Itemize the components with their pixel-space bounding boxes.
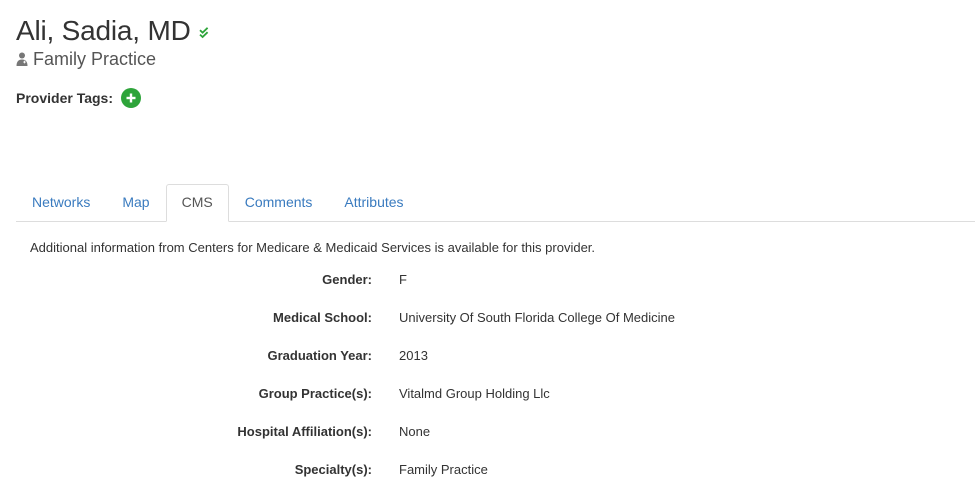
detail-row-group-practice: Group Practice(s): Vitalmd Group Holding… — [0, 385, 975, 423]
detail-row-gender: Gender: F — [0, 271, 975, 309]
provider-header: Ali, Sadia, MD — [16, 14, 211, 48]
medical-school-label: Medical School: — [273, 310, 372, 325]
tab-cms[interactable]: CMS — [165, 184, 229, 222]
tab-attributes[interactable]: Attributes — [328, 184, 419, 221]
hospital-affiliation-label: Hospital Affiliation(s): — [237, 424, 372, 439]
tab-map[interactable]: Map — [106, 184, 165, 221]
verified-check-icon — [198, 27, 211, 39]
provider-tags-label: Provider Tags: — [16, 90, 113, 106]
cms-details: Gender: F Medical School: University Of … — [0, 271, 975, 499]
group-practice-label: Group Practice(s): — [258, 386, 372, 401]
graduation-year-label: Graduation Year: — [267, 348, 372, 363]
provider-tags-row: Provider Tags: — [16, 88, 141, 108]
plus-icon — [126, 93, 136, 103]
tab-networks[interactable]: Networks — [16, 184, 106, 221]
detail-row-specialty: Specialty(s): Family Practice — [0, 461, 975, 499]
doctor-icon — [16, 52, 28, 66]
tab-comments[interactable]: Comments — [229, 184, 329, 221]
detail-row-medical-school: Medical School: University Of South Flor… — [0, 309, 975, 347]
graduation-year-value: 2013 — [399, 348, 428, 363]
gender-value: F — [399, 272, 407, 287]
provider-page: Ali, Sadia, MD Family Practice Provider … — [0, 0, 975, 500]
specialty-value: Family Practice — [399, 462, 488, 477]
provider-name: Ali, Sadia, MD — [16, 15, 191, 46]
gender-label: Gender: — [322, 272, 372, 287]
provider-tabs: Networks Map CMS Comments Attributes — [16, 184, 975, 222]
cms-info-text: Additional information from Centers for … — [30, 240, 596, 255]
add-tag-button[interactable] — [121, 88, 141, 108]
medical-school-value: University Of South Florida College Of M… — [399, 310, 676, 325]
specialty-label: Specialty(s): — [294, 462, 372, 477]
group-practice-value: Vitalmd Group Holding Llc — [399, 386, 550, 401]
specialty-line: Family Practice — [16, 48, 156, 70]
detail-row-graduation-year: Graduation Year: 2013 — [0, 347, 975, 385]
provider-specialty: Family Practice — [33, 49, 157, 69]
detail-row-hospital-affiliation: Hospital Affiliation(s): None — [0, 423, 975, 461]
hospital-affiliation-value: None — [399, 424, 431, 439]
